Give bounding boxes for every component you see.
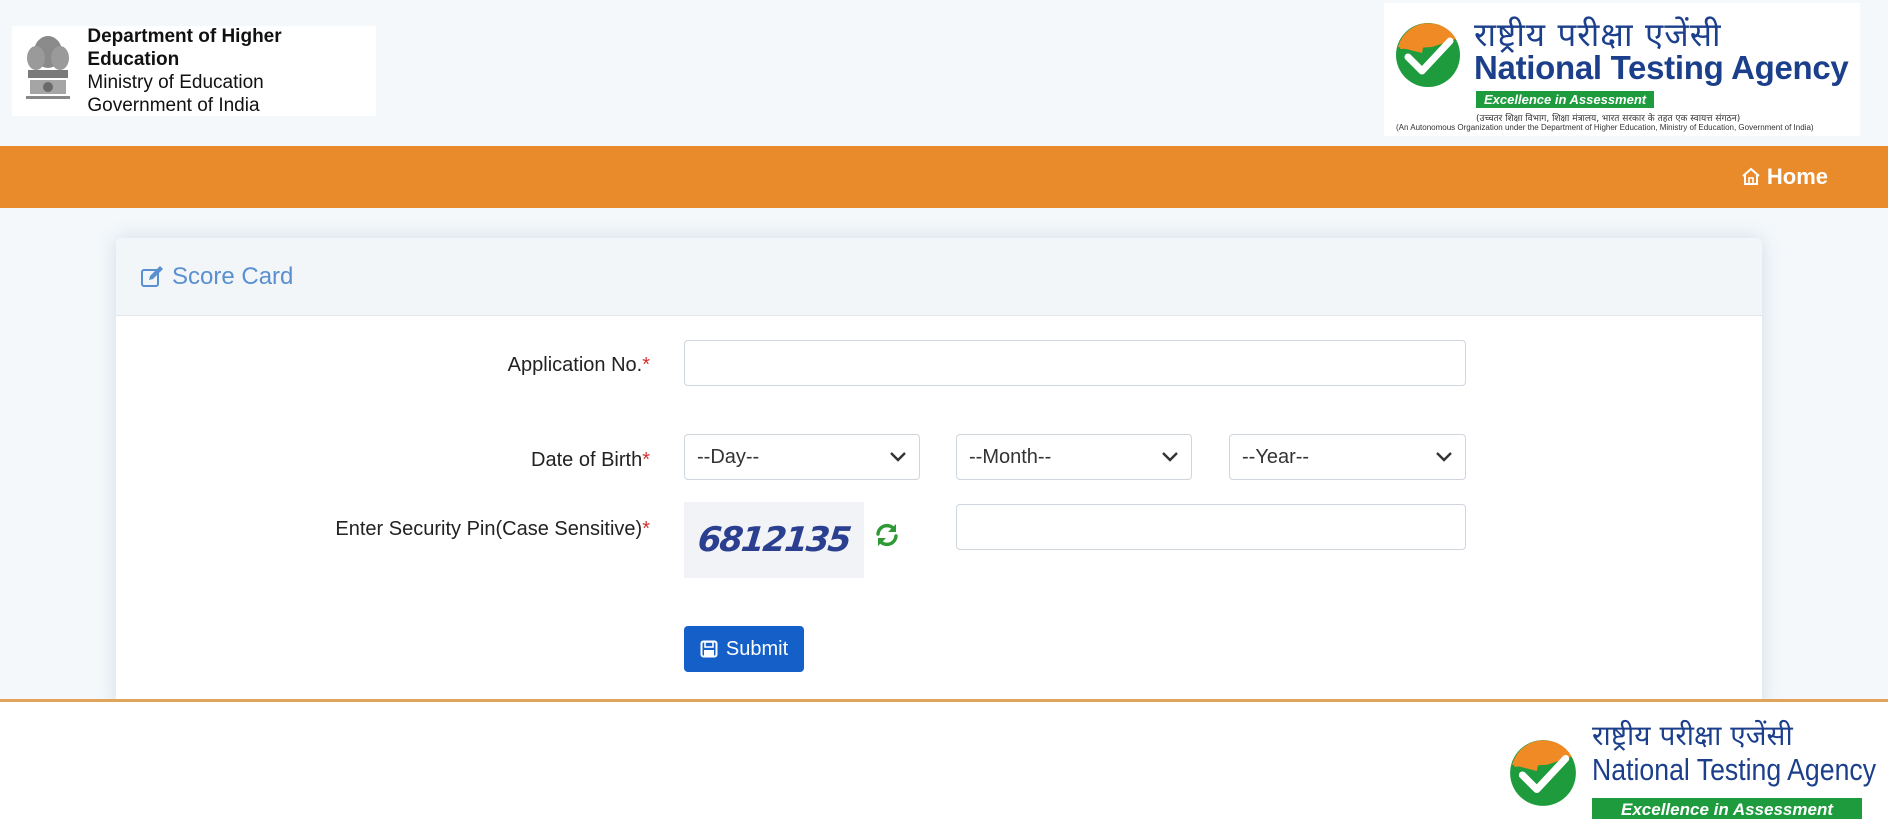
home-label: Home: [1766, 164, 1828, 189]
application-no-input[interactable]: [684, 340, 1466, 386]
footer-nta-english: National Testing Agency: [1592, 752, 1877, 787]
edit-icon: [140, 265, 164, 288]
nta-logo: राष्ट्रीय परीक्षा एजेंसी National Testin…: [1384, 3, 1860, 136]
site-footer: राष्ट्रीय परीक्षा एजेंसी National Testin…: [0, 699, 1888, 819]
refresh-captcha-button[interactable]: [874, 522, 900, 553]
card-header: Score Card: [116, 238, 1762, 316]
footer-nta-hindi: राष्ट्रीय परीक्षा एजेंसी: [1592, 719, 1793, 752]
security-pin-label: Enter Security Pin(Case Sensitive)*: [250, 518, 650, 541]
dhe-text: Department of Higher Education Ministry …: [87, 25, 376, 117]
card-title: Score Card: [172, 262, 294, 290]
required-mark: *: [642, 354, 650, 376]
site-header: Department of Higher Education Ministry …: [0, 0, 1888, 146]
chevron-down-icon: [890, 452, 906, 462]
submit-button[interactable]: Submit: [684, 626, 804, 672]
application-no-label: Application No.*: [300, 354, 650, 377]
nta-sub-english: (An Autonomous Organization under the De…: [1396, 123, 1814, 132]
nta-check-logo-icon: [1510, 740, 1576, 806]
dob-day-value: --Day--: [697, 445, 760, 468]
footer-nta-logo: राष्ट्रीय परीक्षा एजेंसी National Testin…: [1506, 712, 1876, 819]
required-mark: *: [642, 518, 650, 540]
footer-nta-tagline: Excellence in Assessment: [1592, 798, 1862, 819]
nta-check-logo-icon: [1396, 23, 1460, 87]
application-no-label-text: Application No.: [507, 354, 643, 376]
dob-year-select[interactable]: --Year--: [1229, 434, 1466, 480]
dob-label: Date of Birth*: [300, 449, 650, 472]
dhe-title: Department of Higher Education: [87, 26, 282, 70]
dob-day-select[interactable]: --Day--: [684, 434, 920, 480]
dhe-logo: Department of Higher Education Ministry …: [12, 26, 376, 116]
captcha-text: 6812135: [696, 520, 852, 560]
chevron-down-icon: [1436, 452, 1452, 462]
dob-year-value: --Year--: [1242, 445, 1310, 468]
score-card-panel: Score Card: [116, 238, 1762, 708]
nta-english-name: National Testing Agency: [1474, 49, 1849, 86]
nta-tagline: Excellence in Assessment: [1476, 91, 1655, 108]
dob-month-select[interactable]: --Month--: [956, 434, 1192, 480]
national-emblem-icon: [16, 28, 79, 114]
home-link[interactable]: Home: [1741, 164, 1828, 190]
save-icon: [700, 640, 718, 658]
ministry-name: Ministry of Education: [87, 72, 264, 93]
dob-label-text: Date of Birth: [531, 449, 643, 471]
dob-month-value: --Month--: [969, 445, 1052, 468]
captcha-image: 6812135: [684, 502, 864, 578]
chevron-down-icon: [1162, 452, 1178, 462]
submit-label: Submit: [725, 637, 789, 660]
required-mark: *: [642, 449, 650, 471]
security-pin-label-text: Enter Security Pin(Case Sensitive): [335, 518, 643, 540]
navbar: Home: [0, 146, 1888, 208]
home-icon: [1742, 167, 1760, 185]
government-name: Government of India: [87, 95, 260, 116]
refresh-icon: [876, 523, 898, 547]
security-pin-input[interactable]: [956, 504, 1466, 550]
